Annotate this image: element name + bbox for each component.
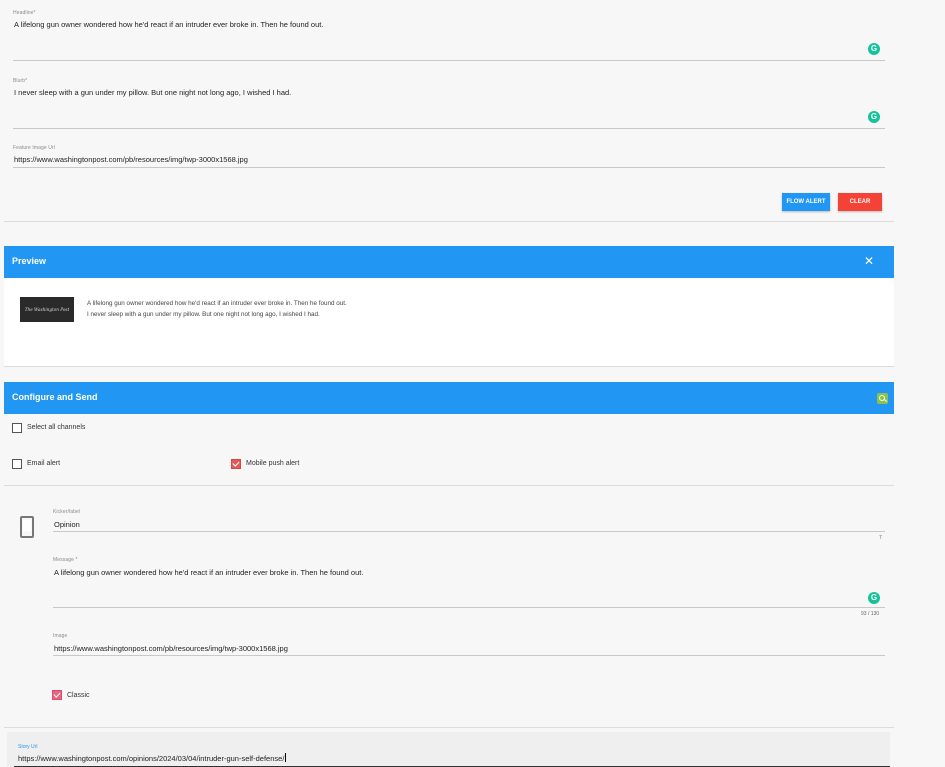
- feature-image-label: Feature Image Url: [13, 145, 55, 151]
- select-all-checkbox[interactable]: [12, 423, 22, 433]
- email-alert-label[interactable]: Email alert: [27, 460, 60, 467]
- grammarly-icon[interactable]: G: [868, 111, 880, 123]
- kicker-label: Kicker/label: [53, 509, 81, 515]
- preview-body: The Washington Post A lifelong gun owner…: [4, 278, 894, 366]
- classic-checkbox[interactable]: [52, 690, 62, 700]
- divider: [4, 727, 894, 728]
- grammarly-icon[interactable]: G: [868, 592, 880, 604]
- preview-thumbnail: The Washington Post: [20, 297, 74, 322]
- classic-label[interactable]: Classic: [67, 692, 90, 699]
- blurb-label: Blurb*: [13, 78, 28, 84]
- mobile-push-checkbox[interactable]: [231, 459, 241, 469]
- flow-alert-button[interactable]: FLOW ALERT: [782, 193, 830, 211]
- feature-image-field[interactable]: Feature Image Url https://www.washington…: [13, 145, 885, 169]
- preview-title: Preview: [12, 256, 47, 266]
- preview-blurb: I never sleep with a gun under my pillow…: [87, 311, 320, 318]
- zoom-icon[interactable]: [877, 393, 888, 404]
- story-url-field[interactable]: Story Url https://www.washingtonpost.com…: [7, 732, 890, 767]
- story-url-input[interactable]: https://www.washingtonpost.com/opinions/…: [18, 753, 287, 763]
- preview-headline: A lifelong gun owner wondered how he'd r…: [87, 300, 347, 307]
- image-input[interactable]: https://www.washingtonpost.com/pb/resour…: [54, 644, 288, 653]
- message-counter: 93 / 130: [861, 611, 880, 617]
- page: Headline* A lifelong gun owner wondered …: [0, 0, 945, 767]
- message-field[interactable]: Message * A lifelong gun owner wondered …: [53, 557, 885, 609]
- kicker-counter: 7: [879, 535, 882, 541]
- mobile-push-label[interactable]: Mobile push alert: [246, 460, 299, 467]
- divider: [4, 221, 894, 222]
- headline-input[interactable]: A lifelong gun owner wondered how he'd r…: [14, 20, 323, 29]
- story-url-text: https://www.washingtonpost.com/opinions/…: [18, 754, 285, 763]
- configure-header: Configure and Send: [4, 382, 894, 414]
- select-all-label[interactable]: Select all channels: [27, 424, 85, 431]
- kicker-underline: [53, 531, 885, 532]
- configure-title: Configure and Send: [12, 392, 98, 402]
- text-caret: [285, 753, 287, 762]
- message-underline: [53, 607, 885, 608]
- image-underline: [53, 655, 885, 656]
- feature-image-input[interactable]: https://www.washingtonpost.com/pb/resour…: [14, 155, 248, 164]
- email-alert-checkbox[interactable]: [12, 459, 22, 469]
- story-url-label: Story Url: [18, 744, 38, 750]
- feature-image-underline: [13, 167, 885, 168]
- message-input[interactable]: A lifelong gun owner wondered how he'd r…: [54, 568, 363, 577]
- phone-icon: [20, 516, 34, 538]
- divider: [4, 366, 894, 367]
- headline-field[interactable]: Headline* A lifelong gun owner wondered …: [13, 10, 885, 62]
- blurb-field[interactable]: Blurb* I never sleep with a gun under my…: [13, 78, 885, 130]
- headline-underline: [13, 60, 885, 61]
- headline-label: Headline*: [13, 10, 36, 16]
- blurb-underline: [13, 128, 885, 129]
- message-label: Message *: [53, 557, 78, 563]
- close-icon[interactable]: ✕: [864, 254, 874, 268]
- clear-button[interactable]: CLEAR: [838, 193, 882, 211]
- kicker-field[interactable]: Kicker/label Opinion: [53, 509, 885, 533]
- image-label: Image: [53, 633, 68, 639]
- grammarly-icon[interactable]: G: [868, 43, 880, 55]
- kicker-input[interactable]: Opinion: [54, 520, 80, 529]
- blurb-input[interactable]: I never sleep with a gun under my pillow…: [14, 88, 291, 97]
- image-field[interactable]: Image https://www.washingtonpost.com/pb/…: [53, 633, 885, 657]
- preview-header: Preview ✕: [4, 246, 894, 278]
- divider: [4, 485, 894, 486]
